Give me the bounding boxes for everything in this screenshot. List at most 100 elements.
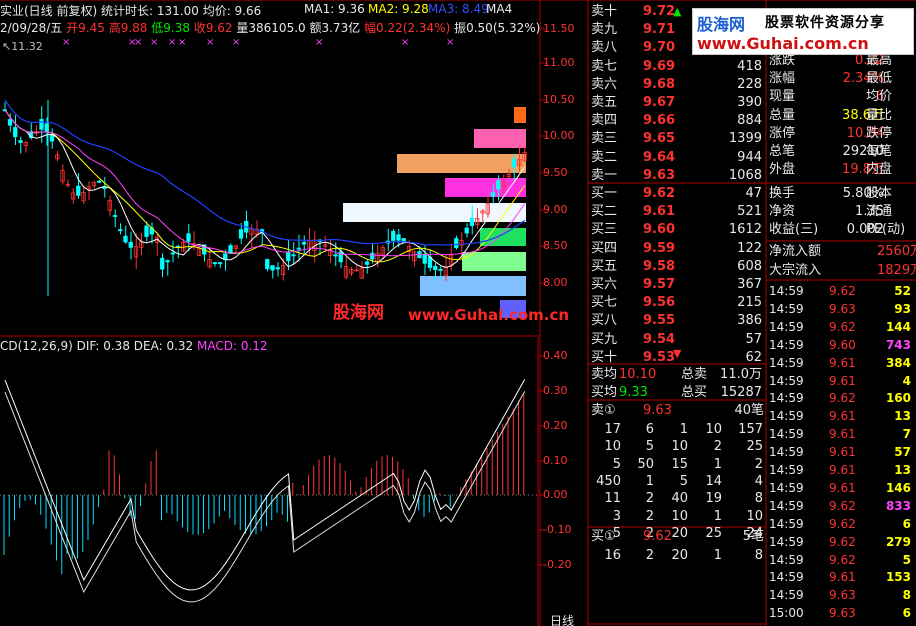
ma2-label: MA2: 9.28 bbox=[368, 2, 429, 16]
book-label: 卖八 bbox=[591, 40, 618, 56]
book-row-buy[interactable]: 买六 9.57 367 bbox=[591, 276, 766, 294]
book-row-buy[interactable]: 买八 9.55 386 bbox=[591, 312, 766, 330]
tick-row: 14:59 9.62 6 bbox=[769, 515, 916, 533]
candle-body bbox=[170, 252, 175, 255]
book-row-sell[interactable]: 卖一 9.63 1068 bbox=[591, 167, 766, 185]
book-label: 买七 bbox=[591, 295, 618, 311]
tick-row: 15:00 9.63 6 bbox=[769, 604, 916, 622]
tick-price: 9.62 bbox=[829, 534, 856, 549]
tick-time: 14:59 bbox=[769, 337, 804, 352]
quote-label2: 内盘 bbox=[866, 162, 893, 178]
quote-row: 总笔 29210 每笔 bbox=[769, 143, 916, 161]
book-label: 买五 bbox=[591, 258, 618, 274]
candle-body bbox=[301, 241, 307, 245]
book-row-buy[interactable]: 买四 9.59 122 bbox=[591, 240, 766, 258]
amount-value: 额3.73亿 bbox=[309, 21, 361, 34]
tick-row: 14:59 9.61 7 bbox=[769, 425, 916, 443]
candle-body bbox=[270, 265, 275, 271]
book-row-buy[interactable]: 买一 9.62 47 bbox=[591, 185, 766, 203]
candle-body bbox=[464, 227, 469, 234]
tick-time: 14:59 bbox=[769, 409, 804, 424]
quote-label2: 量比 bbox=[866, 107, 893, 123]
candle-body bbox=[97, 180, 102, 183]
period-label[interactable]: 日线 bbox=[550, 612, 574, 626]
tick-volume: 384 bbox=[885, 355, 911, 370]
tick-row: 14:59 9.62 833 bbox=[769, 497, 916, 515]
tick-time: 14:59 bbox=[769, 319, 804, 334]
book-row-buy[interactable]: 买二 9.61 521 bbox=[591, 203, 766, 221]
stat-duration: 统计时长: 131.00 bbox=[101, 4, 199, 18]
tick-volume: 93 bbox=[894, 301, 911, 316]
volume-profile-bar bbox=[397, 154, 526, 173]
macd-axis-label: 0.10 bbox=[543, 454, 568, 467]
tick-row: 14:59 9.62 279 bbox=[769, 533, 916, 551]
candle-body bbox=[338, 251, 343, 263]
book-price: 9.54 bbox=[643, 331, 676, 347]
book-volume: 122 bbox=[737, 240, 762, 256]
book-row-buy[interactable]: 买五 9.58 608 bbox=[591, 258, 766, 276]
quote-row: 现量 6 均价 bbox=[769, 88, 916, 106]
buy-avg-label: 买均 bbox=[591, 385, 618, 400]
tick-price: 9.61 bbox=[829, 480, 856, 495]
event-marker: × bbox=[150, 37, 158, 48]
event-marker: × bbox=[315, 37, 323, 48]
book-price: 9.61 bbox=[643, 204, 676, 220]
flow-label: 净流入额 bbox=[769, 244, 822, 259]
quote-row: 涨幅 2.34% 最低 bbox=[769, 70, 916, 88]
book-row-sell[interactable]: 卖六 9.68 228 bbox=[591, 76, 766, 94]
book-label: 卖七 bbox=[591, 58, 618, 74]
candle-body bbox=[76, 185, 81, 196]
sell-avg-row: 卖均 10.10 总卖 11.0万 bbox=[591, 366, 766, 384]
sell-avg-label: 卖均 bbox=[591, 367, 618, 382]
event-marker: × bbox=[206, 37, 214, 48]
tick-time: 14:59 bbox=[769, 445, 804, 460]
queue-header: 卖① 9.63 40笔 bbox=[591, 402, 766, 420]
book-price: 9.58 bbox=[643, 258, 676, 274]
tick-volume: 146 bbox=[885, 480, 911, 495]
candle-body bbox=[333, 254, 338, 257]
candle-body bbox=[160, 257, 165, 270]
tick-row: 14:59 9.61 13 bbox=[769, 461, 916, 479]
ma1-label: MA1: 9.36 bbox=[304, 2, 365, 16]
quote-label: 涨停 bbox=[769, 125, 796, 141]
candle-body bbox=[433, 265, 438, 271]
book-price: 9.70 bbox=[643, 40, 676, 56]
book-price: 9.69 bbox=[643, 58, 676, 74]
book-label: 买六 bbox=[591, 277, 618, 292]
event-marker: × bbox=[168, 37, 176, 48]
chart-title: 实业(日线 前复权) bbox=[0, 4, 98, 18]
tick-time: 14:59 bbox=[769, 552, 804, 567]
candle-body bbox=[490, 192, 496, 197]
quote-label: 涨幅 bbox=[769, 71, 796, 87]
book-volume: 367 bbox=[737, 277, 762, 292]
tick-time: 14:59 bbox=[769, 498, 804, 513]
book-row-buy[interactable]: 买九 9.54 57 bbox=[591, 331, 766, 349]
tick-price: 9.62 bbox=[829, 516, 856, 531]
candle-body bbox=[391, 230, 396, 241]
tick-time: 14:59 bbox=[769, 355, 804, 370]
tick-time: 14:59 bbox=[769, 480, 804, 495]
high-value: 高9.88 bbox=[108, 21, 148, 34]
book-row-sell[interactable]: 卖三 9.65 1399 bbox=[591, 130, 766, 148]
close-value: 收9.62 bbox=[193, 21, 233, 34]
tick-row: 14:59 9.61 57 bbox=[769, 443, 916, 461]
book-row-sell[interactable]: 卖四 9.66 884 bbox=[591, 112, 766, 130]
tick-time: 15:00 bbox=[769, 606, 804, 621]
event-marker: × bbox=[62, 37, 70, 48]
flow-value: 1829万 bbox=[877, 262, 916, 278]
candle-body bbox=[364, 261, 370, 265]
book-row-sell[interactable]: 卖七 9.69 418 bbox=[591, 58, 766, 76]
book-row-sell[interactable]: 卖二 9.64 944 bbox=[591, 149, 766, 167]
macd-histogram bbox=[3, 392, 525, 575]
tick-row: 14:59 9.63 93 bbox=[769, 300, 916, 318]
tick-row: 14:59 9.61 384 bbox=[769, 354, 916, 372]
tick-price: 9.61 bbox=[829, 373, 856, 388]
tick-volume: 13 bbox=[894, 409, 911, 424]
book-row-buy[interactable]: 买三 9.60 1612 bbox=[591, 221, 766, 239]
buy-avg-row: 买均 9.33 总买 15287 bbox=[591, 384, 766, 402]
tick-volume: 279 bbox=[885, 534, 911, 549]
book-row-sell[interactable]: 卖五 9.67 390 bbox=[591, 94, 766, 112]
book-row-buy[interactable]: 买七 9.56 215 bbox=[591, 294, 766, 312]
tick-time: 14:59 bbox=[769, 373, 804, 388]
tick-time: 14:59 bbox=[769, 284, 804, 298]
